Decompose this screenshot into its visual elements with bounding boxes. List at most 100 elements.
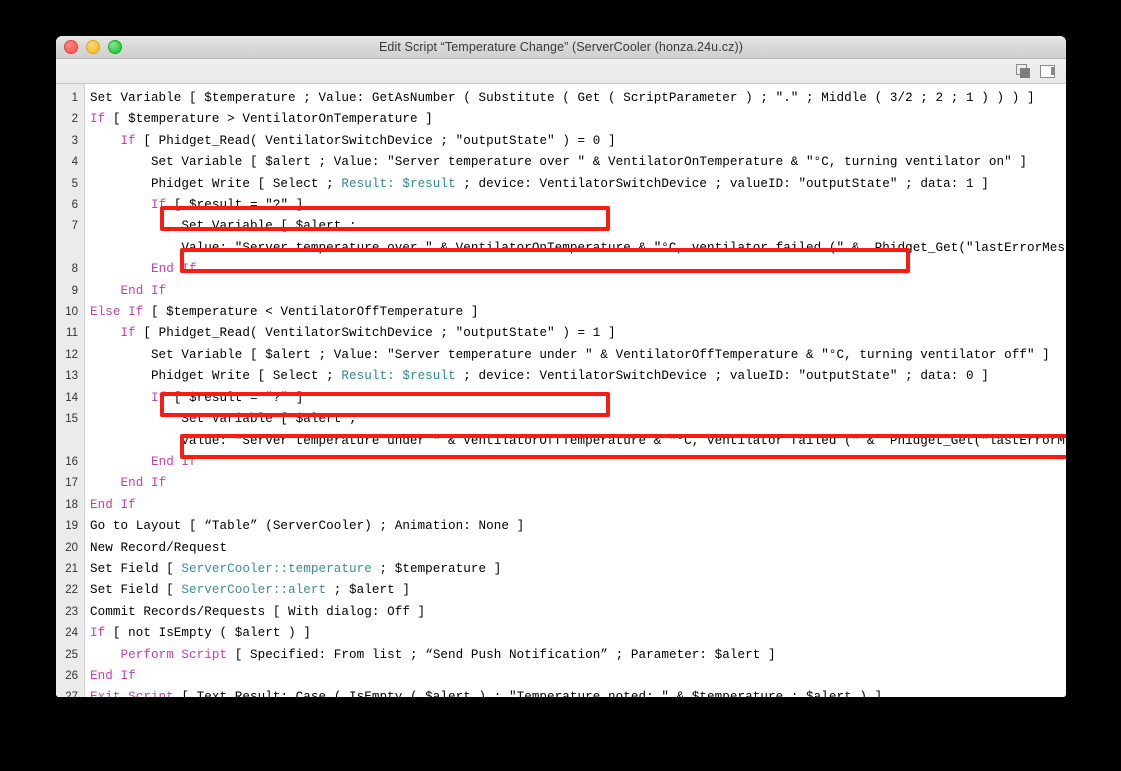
- line-code[interactable]: Set Field [ ServerCooler::temperature ; …: [84, 559, 1066, 580]
- code-token: ; device: VentilatorSwitchDevice ; value…: [455, 176, 989, 191]
- line-code[interactable]: If [ Phidget_Read( VentilatorSwitchDevic…: [84, 323, 1066, 344]
- code-token: [ $temperature < VentilatorOffTemperatur…: [143, 305, 479, 320]
- script-line[interactable]: 1 Set Variable [ $temperature ; Value: Ge…: [56, 88, 1066, 109]
- line-number: 12: [65, 348, 78, 361]
- minimize-button[interactable]: [86, 40, 100, 54]
- line-code[interactable]: Else If [ $temperature < VentilatorOffTe…: [84, 302, 1066, 323]
- line-code[interactable]: Set Variable [ $alert ; Value: "Server t…: [84, 216, 1066, 259]
- script-line[interactable]: 8 End If: [56, 259, 1066, 280]
- script-line[interactable]: 26 End If: [56, 666, 1066, 687]
- code-token: Set Variable [ $alert ; Value: "Server t…: [181, 219, 1066, 255]
- line-code[interactable]: Go to Layout [ “Table” (ServerCooler) ; …: [84, 516, 1066, 537]
- line-code[interactable]: If [ Phidget_Read( VentilatorSwitchDevic…: [84, 131, 1066, 152]
- line-code[interactable]: End If: [84, 473, 1066, 494]
- line-code[interactable]: End If: [84, 666, 1066, 687]
- line-code[interactable]: If [ not IsEmpty ( $alert ) ]: [84, 623, 1066, 644]
- code-token: [ not IsEmpty ( $alert ) ]: [105, 626, 311, 641]
- script-line[interactable]: 10 Else If [ $temperature < VentilatorOff…: [56, 302, 1066, 323]
- script-line[interactable]: 17 End If: [56, 473, 1066, 494]
- line-code[interactable]: Phidget Write [ Select ; Result: $result…: [84, 366, 1066, 387]
- panel-toggle-icon[interactable]: [1040, 64, 1056, 79]
- code-token: Perform Script: [120, 647, 228, 662]
- line-code[interactable]: If [ $temperature > VentilatorOnTemperat…: [84, 109, 1066, 130]
- line-number: 13: [65, 370, 78, 383]
- line-number: 8: [71, 263, 78, 276]
- script-line[interactable]: 18 End If: [56, 495, 1066, 516]
- script-line[interactable]: 22 Set Field [ ServerCooler::alert ; $ale…: [56, 580, 1066, 601]
- edit-script-window: Edit Script “Temperature Change” (Server…: [56, 36, 1066, 697]
- script-line[interactable]: 21 Set Field [ ServerCooler::temperature …: [56, 559, 1066, 580]
- line-code[interactable]: If [ $result = "?" ]: [84, 195, 1066, 216]
- script-line[interactable]: 11 If [ Phidget_Read( VentilatorSwitchDe…: [56, 323, 1066, 344]
- code-token: Set Field [: [90, 561, 182, 576]
- script-line[interactable]: 25 Perform Script [ Specified: From list…: [56, 645, 1066, 666]
- script-line[interactable]: 19 Go to Layout [ “Table” (ServerCooler) …: [56, 516, 1066, 537]
- line-code[interactable]: Perform Script [ Specified: From list ; …: [84, 645, 1066, 666]
- script-line[interactable]: 23 Commit Records/Requests [ With dialog:…: [56, 602, 1066, 623]
- script-line[interactable]: 5 Phidget Write [ Select ; Result: $resu…: [56, 174, 1066, 195]
- code-token: If: [90, 112, 106, 127]
- line-number: 3: [71, 134, 78, 147]
- code-token: Else If: [90, 305, 144, 320]
- line-number: 10: [65, 306, 78, 319]
- line-code[interactable]: Set Variable [ $alert ; Value: "Server t…: [84, 409, 1066, 452]
- line-code[interactable]: Set Field [ ServerCooler::alert ; $alert…: [84, 580, 1066, 601]
- script-editor-area[interactable]: 1 Set Variable [ $temperature ; Value: Ge…: [56, 84, 1066, 697]
- stacked-windows-icon[interactable]: [1016, 63, 1032, 79]
- line-number: 7: [71, 220, 78, 233]
- code-token: ServerCooler::alert: [181, 583, 327, 598]
- line-code[interactable]: Exit Script [ Text Result: Case ( IsEmpt…: [84, 687, 1066, 697]
- traffic-light-group: [64, 36, 122, 58]
- script-line[interactable]: 27Exit Script [ Text Result: Case ( IsEm…: [56, 687, 1066, 697]
- line-code[interactable]: Set Variable [ $temperature ; Value: Get…: [84, 88, 1066, 109]
- script-line[interactable]: 16 End If: [56, 452, 1066, 473]
- script-line[interactable]: 2 If [ $temperature > VentilatorOnTempera…: [56, 109, 1066, 130]
- code-token: End If: [120, 476, 167, 491]
- window-toolbar: [56, 59, 1066, 84]
- code-token: If: [150, 198, 167, 213]
- line-code[interactable]: New Record/Request: [84, 538, 1066, 559]
- line-code[interactable]: End If: [84, 281, 1066, 302]
- line-number: 1: [71, 92, 78, 104]
- code-token: Result: $result: [341, 176, 456, 191]
- line-code[interactable]: End If: [84, 259, 1066, 280]
- code-token: Phidget Write [ Select ;: [90, 176, 342, 191]
- script-line[interactable]: 12 Set Variable [ $alert ; Value: "Serve…: [56, 345, 1066, 366]
- line-code[interactable]: Commit Records/Requests [ With dialog: O…: [84, 602, 1066, 623]
- script-line[interactable]: 4 Set Variable [ $alert ; Value: "Server…: [56, 152, 1066, 173]
- script-line[interactable]: 15 Set Variable [ $alert ; Value: "Serve…: [56, 409, 1066, 452]
- code-token: Set Field [: [90, 583, 182, 598]
- line-code[interactable]: End If: [84, 452, 1066, 473]
- line-number: 26: [65, 669, 78, 682]
- code-token: End If: [150, 262, 197, 277]
- line-number: 6: [71, 199, 78, 212]
- code-token: End If: [90, 497, 136, 512]
- code-token: [ $temperature > VentilatorOnTemperature…: [105, 112, 433, 127]
- script-line[interactable]: 7 Set Variable [ $alert ; Value: "Server…: [56, 216, 1066, 259]
- line-number: 2: [71, 113, 78, 126]
- script-line-list: 1 Set Variable [ $temperature ; Value: Ge…: [56, 84, 1066, 697]
- script-line[interactable]: 9 End If: [56, 281, 1066, 302]
- window-title: Edit Script “Temperature Change” (Server…: [379, 40, 743, 54]
- script-line[interactable]: 3 If [ Phidget_Read( VentilatorSwitchDev…: [56, 131, 1066, 152]
- line-code[interactable]: Set Variable [ $alert ; Value: "Server t…: [84, 152, 1066, 173]
- script-line[interactable]: 24 If [ not IsEmpty ( $alert ) ]: [56, 623, 1066, 644]
- zoom-button[interactable]: [108, 40, 122, 54]
- line-code[interactable]: Set Variable [ $alert ; Value: "Server t…: [84, 345, 1066, 366]
- script-line[interactable]: 6 If [ $result = "?" ]: [56, 195, 1066, 216]
- code-token: End If: [90, 668, 136, 683]
- line-code[interactable]: End If: [84, 495, 1066, 516]
- line-code[interactable]: Phidget Write [ Select ; Result: $result…: [84, 174, 1066, 195]
- script-line[interactable]: 13 Phidget Write [ Select ; Result: $res…: [56, 366, 1066, 387]
- line-code[interactable]: If [ $result = "?" ]: [84, 388, 1066, 409]
- code-token: End If: [150, 454, 197, 469]
- close-button[interactable]: [64, 40, 78, 54]
- script-line[interactable]: 20 New Record/Request: [56, 538, 1066, 559]
- code-token: New Record/Request: [90, 540, 228, 555]
- script-line[interactable]: 14 If [ $result = "?" ]: [56, 388, 1066, 409]
